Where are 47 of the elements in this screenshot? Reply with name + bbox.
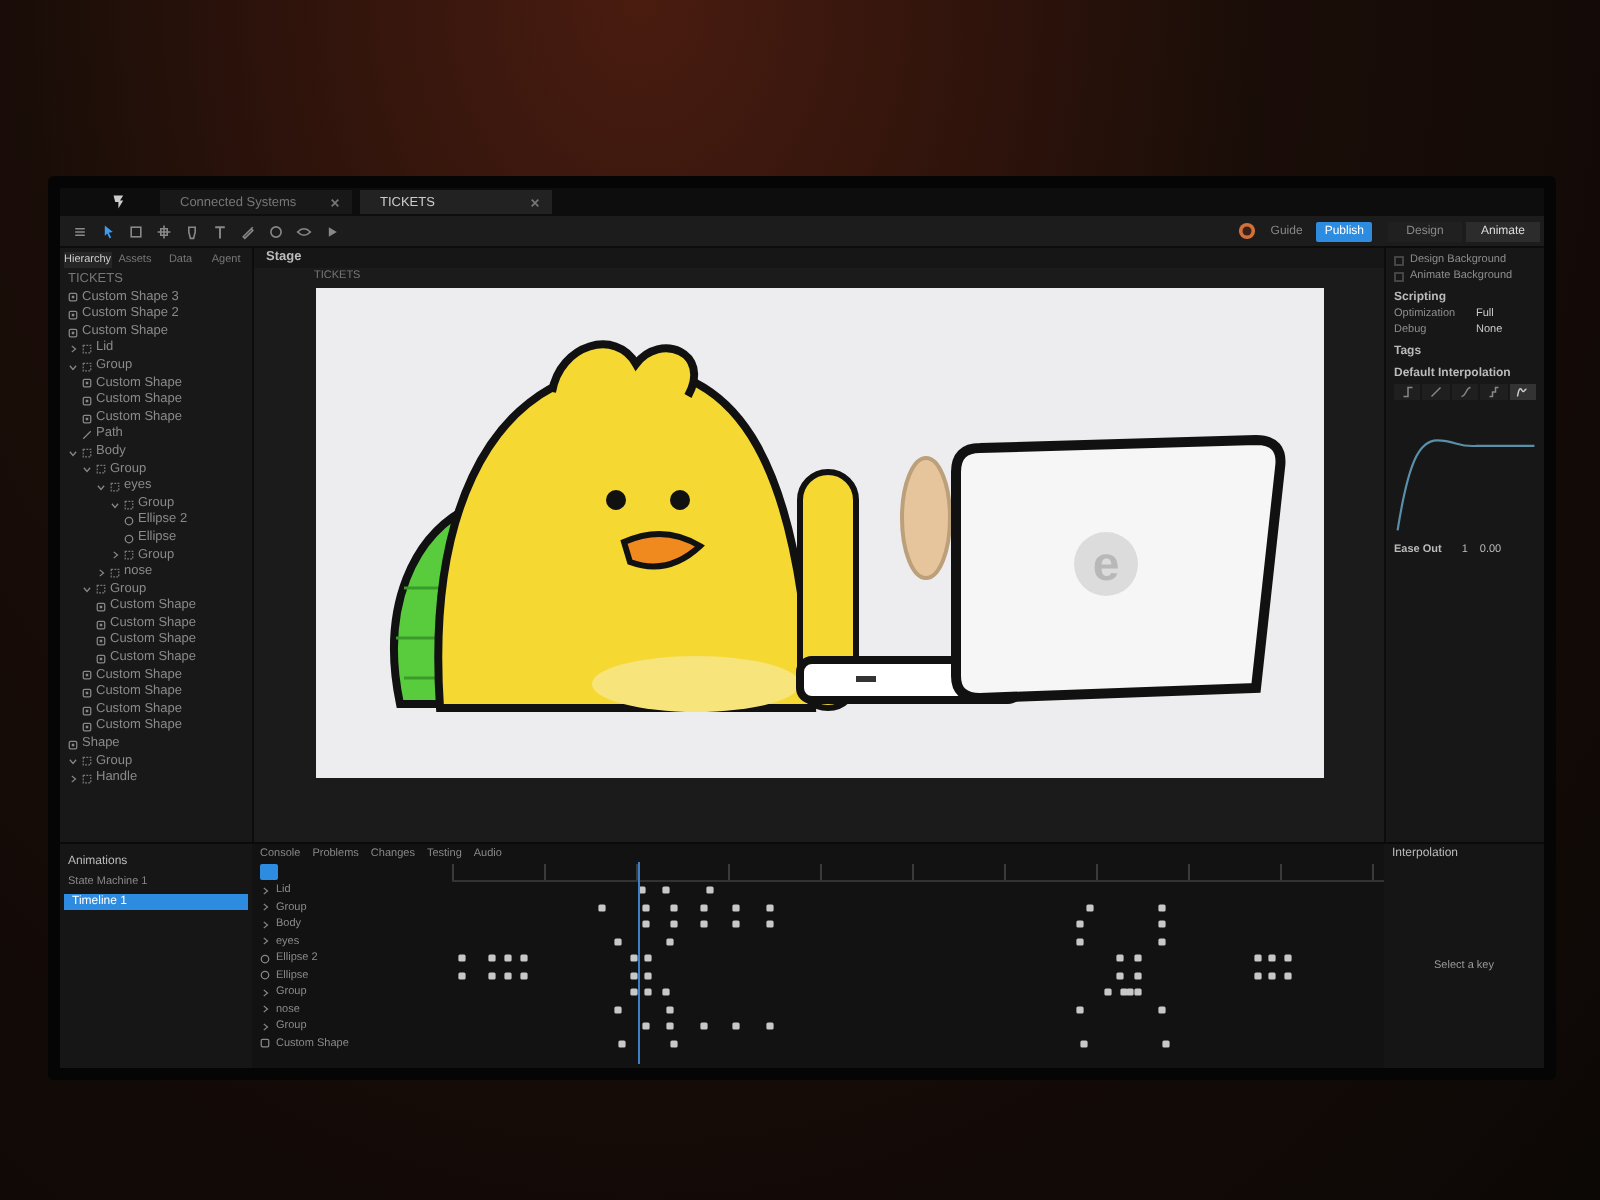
hand-drawing [899, 456, 951, 580]
keyframe-track[interactable] [642, 920, 1166, 929]
shape-icon [260, 1038, 270, 1049]
pen-tool-icon[interactable] [240, 223, 256, 239]
chevron-icon[interactable] [82, 584, 92, 595]
avatar-icon[interactable] [1238, 222, 1257, 240]
rect-tool-icon[interactable] [128, 223, 144, 239]
close-icon[interactable] [330, 197, 340, 207]
close-icon[interactable] [530, 197, 540, 207]
menu-icon[interactable] [72, 223, 88, 239]
eye-tool-icon[interactable] [296, 223, 312, 239]
chevron-icon[interactable] [68, 361, 78, 372]
play-tool-icon[interactable] [324, 223, 340, 239]
chevron-icon[interactable] [82, 464, 92, 475]
hold-curve-button[interactable] [1394, 384, 1421, 400]
linear-curve-icon [1430, 386, 1443, 398]
keyframe-track[interactable] [458, 954, 1292, 963]
step-curve-button[interactable] [1480, 384, 1508, 400]
keyframe-track[interactable] [614, 1005, 1166, 1014]
chevron-icon[interactable] [68, 447, 78, 458]
ease-curve-icon [1459, 386, 1472, 398]
keyframe-track[interactable] [638, 886, 714, 895]
chevron-icon[interactable] [96, 481, 106, 492]
elastic-curve-button[interactable] [1509, 384, 1537, 400]
step-curve-icon [1487, 386, 1500, 398]
chevron-icon[interactable] [68, 774, 78, 785]
chevron-icon[interactable] [96, 567, 106, 578]
circle-tool-icon[interactable] [268, 223, 284, 239]
checkbox[interactable] [1394, 271, 1404, 281]
keyframe-track[interactable] [630, 988, 1142, 997]
keyframe-track[interactable] [598, 903, 1166, 912]
chevron-icon[interactable] [110, 550, 120, 561]
chevron-icon[interactable] [68, 756, 78, 767]
hold-curve-icon [1401, 386, 1414, 398]
pointer-tool-icon[interactable] [100, 223, 116, 239]
keyframe-track[interactable] [614, 937, 1166, 946]
keyframe-track[interactable] [458, 971, 1292, 980]
ease-curve-button[interactable] [1451, 384, 1479, 400]
chevron-icon[interactable] [110, 499, 120, 510]
text-tool-icon[interactable] [212, 223, 228, 239]
chevron-icon[interactable] [68, 344, 78, 355]
logo-icon [112, 194, 128, 210]
elastic-curve-icon [1516, 386, 1529, 398]
keyframe-track[interactable] [618, 1039, 1170, 1048]
checkbox[interactable] [1394, 255, 1404, 265]
keyframe-track[interactable] [642, 1022, 774, 1031]
path-icon [82, 430, 92, 441]
